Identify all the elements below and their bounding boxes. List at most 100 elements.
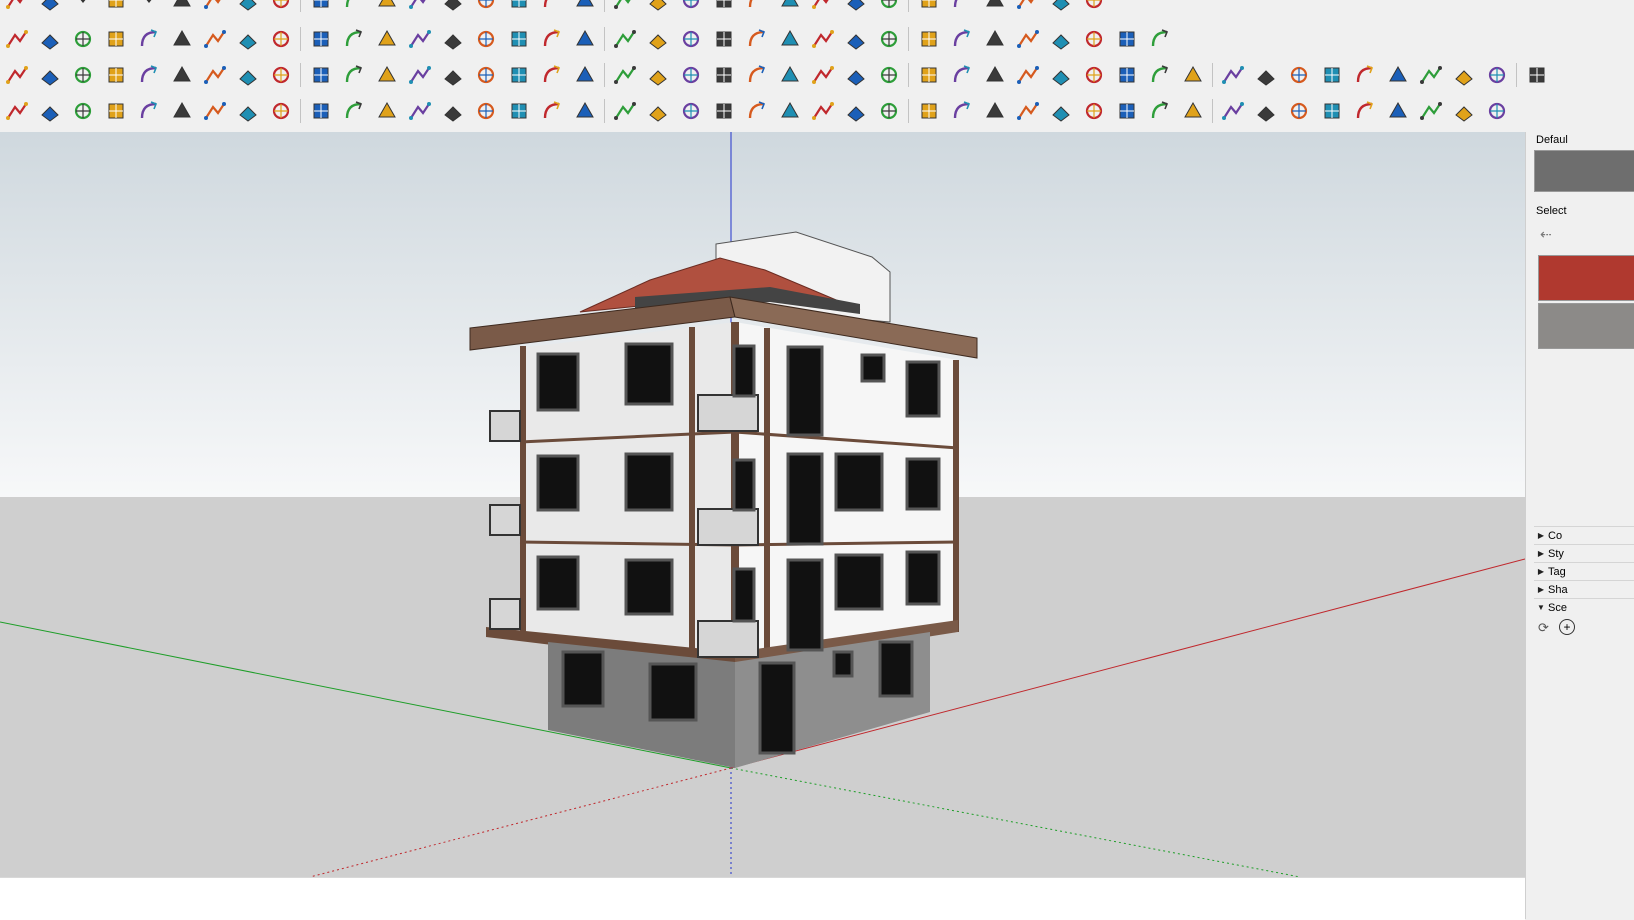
spring-icon[interactable] bbox=[132, 95, 165, 127]
dome-icon[interactable] bbox=[1315, 95, 1348, 127]
style-icon[interactable] bbox=[806, 0, 839, 16]
cube-arrow-icon[interactable] bbox=[872, 59, 905, 91]
cube-push-icon[interactable] bbox=[707, 95, 740, 127]
curve-c-icon[interactable] bbox=[231, 95, 264, 127]
face-stack-icon[interactable] bbox=[132, 59, 165, 91]
scene-update-icon[interactable]: ⟳ bbox=[1538, 620, 1549, 636]
move-icon[interactable] bbox=[231, 0, 264, 16]
cube-icon[interactable] bbox=[773, 59, 806, 91]
arc-red-icon[interactable] bbox=[469, 95, 502, 127]
section-icon[interactable] bbox=[568, 0, 601, 16]
rotate-icon[interactable] bbox=[264, 0, 297, 16]
ruler-icon[interactable] bbox=[1315, 59, 1348, 91]
dash-minus-icon[interactable] bbox=[1011, 95, 1044, 127]
match-photo-icon[interactable] bbox=[641, 0, 674, 16]
style-icon[interactable] bbox=[872, 0, 905, 16]
rotate3d-icon[interactable] bbox=[99, 23, 132, 55]
orange-grid-icon[interactable] bbox=[1143, 59, 1176, 91]
red-cross-icon[interactable] bbox=[436, 59, 469, 91]
fillet-icon[interactable] bbox=[337, 23, 370, 55]
ramp-icon[interactable] bbox=[773, 23, 806, 55]
style-icon[interactable] bbox=[839, 0, 872, 16]
play-icon[interactable] bbox=[1011, 0, 1044, 16]
corner-icon[interactable] bbox=[304, 23, 337, 55]
face-green-icon[interactable] bbox=[66, 59, 99, 91]
brush-icon[interactable] bbox=[1348, 59, 1381, 91]
dimension-icon[interactable] bbox=[370, 0, 403, 16]
link-icon[interactable] bbox=[337, 59, 370, 91]
panel-styles[interactable]: ▶ Sty bbox=[1534, 544, 1634, 562]
paint-icon[interactable] bbox=[99, 0, 132, 16]
polygon-icon[interactable] bbox=[535, 95, 568, 127]
panel-shadows[interactable]: ▶ Sha bbox=[1534, 580, 1634, 598]
prism-icon[interactable] bbox=[1381, 59, 1414, 91]
fork-icon[interactable] bbox=[1480, 59, 1513, 91]
red-square-icon[interactable] bbox=[198, 59, 231, 91]
home-icon[interactable] bbox=[1143, 23, 1176, 55]
lines-minus-icon[interactable] bbox=[912, 95, 945, 127]
style-icon[interactable] bbox=[773, 0, 806, 16]
list-icon[interactable] bbox=[231, 59, 264, 91]
move-cross-icon[interactable] bbox=[740, 59, 773, 91]
scale-icon[interactable] bbox=[304, 0, 337, 16]
polyline-icon[interactable] bbox=[502, 95, 535, 127]
sphere-icon[interactable] bbox=[231, 23, 264, 55]
sweep-icon[interactable] bbox=[403, 23, 436, 55]
dash-plus-icon[interactable] bbox=[978, 95, 1011, 127]
checker-icon[interactable] bbox=[1348, 95, 1381, 127]
tile-icon[interactable] bbox=[839, 23, 872, 55]
cube-pair-icon[interactable] bbox=[945, 59, 978, 91]
face-red-icon[interactable] bbox=[99, 59, 132, 91]
wave-icon[interactable] bbox=[165, 95, 198, 127]
ellipse-icon[interactable] bbox=[608, 95, 641, 127]
stairs-icon[interactable] bbox=[674, 23, 707, 55]
arrow-dropdown-icon[interactable] bbox=[66, 0, 99, 16]
flag-icon[interactable] bbox=[264, 59, 297, 91]
paste-icon[interactable] bbox=[1414, 95, 1447, 127]
scale-down-icon[interactable] bbox=[806, 95, 839, 127]
orbit-icon[interactable] bbox=[198, 0, 231, 16]
walk-icon[interactable] bbox=[0, 95, 33, 127]
loft-icon[interactable] bbox=[436, 23, 469, 55]
web-icon[interactable] bbox=[1044, 23, 1077, 55]
sector-icon[interactable] bbox=[641, 95, 674, 127]
hand-icon[interactable] bbox=[568, 23, 601, 55]
pen-icon[interactable] bbox=[1282, 59, 1315, 91]
box-fill-icon[interactable] bbox=[304, 59, 337, 91]
grid-x-icon[interactable] bbox=[1044, 95, 1077, 127]
frame-icon[interactable] bbox=[1011, 23, 1044, 55]
dots-line-icon[interactable] bbox=[403, 59, 436, 91]
wall-grid-icon[interactable] bbox=[1249, 95, 1282, 127]
undo-arc-icon[interactable] bbox=[165, 59, 198, 91]
sheet-icon[interactable] bbox=[674, 95, 707, 127]
grid-skew-icon[interactable] bbox=[1216, 95, 1249, 127]
arc-c-icon[interactable] bbox=[337, 95, 370, 127]
dash-icon[interactable] bbox=[945, 95, 978, 127]
bend-icon[interactable] bbox=[370, 59, 403, 91]
network-icon[interactable] bbox=[33, 95, 66, 127]
zigzag-icon[interactable] bbox=[99, 95, 132, 127]
material-swatch-stone[interactable] bbox=[1538, 303, 1634, 349]
fence-icon[interactable] bbox=[978, 23, 1011, 55]
material-preview[interactable] bbox=[1534, 150, 1634, 192]
zoom-window-icon[interactable] bbox=[535, 0, 568, 16]
shadow-icon[interactable] bbox=[945, 0, 978, 16]
grid-red-icon[interactable] bbox=[1110, 95, 1143, 127]
bezier-icon[interactable] bbox=[33, 23, 66, 55]
shadow-icon[interactable] bbox=[978, 0, 1011, 16]
arc-icon[interactable] bbox=[66, 95, 99, 127]
eraser-icon[interactable] bbox=[0, 0, 33, 16]
follow-icon[interactable] bbox=[165, 23, 198, 55]
pyramid-icon[interactable] bbox=[568, 59, 601, 91]
blue-x-icon[interactable] bbox=[502, 59, 535, 91]
square-icon[interactable] bbox=[264, 95, 297, 127]
orange-grid-icon[interactable] bbox=[1110, 59, 1143, 91]
puzzle-icon[interactable] bbox=[839, 59, 872, 91]
slope-icon[interactable] bbox=[707, 23, 740, 55]
geo-icon[interactable] bbox=[1077, 0, 1110, 16]
gem-icon[interactable] bbox=[978, 59, 1011, 91]
warehouse-icon[interactable] bbox=[674, 0, 707, 16]
pyramid-icon[interactable] bbox=[641, 23, 674, 55]
column-icon[interactable] bbox=[1480, 95, 1513, 127]
pencil-icon[interactable] bbox=[33, 0, 66, 16]
